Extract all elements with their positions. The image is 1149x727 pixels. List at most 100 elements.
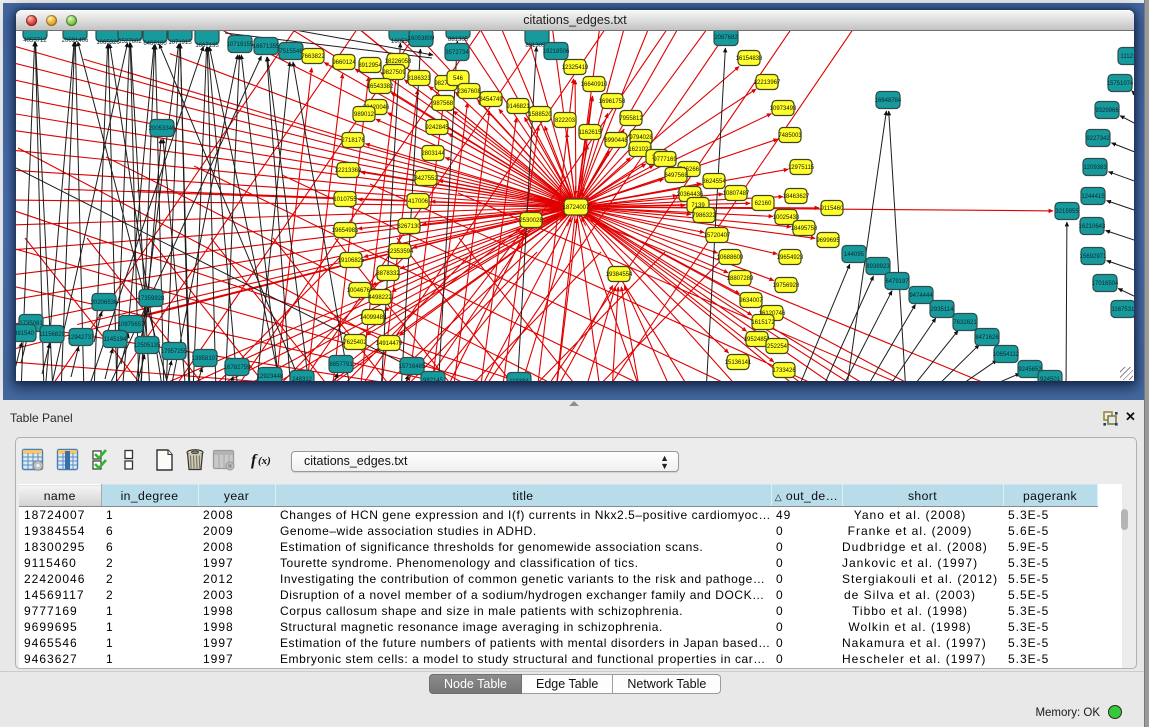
svg-text:14914479: 14914479 [376, 341, 403, 347]
svg-text:10688609: 10688609 [717, 255, 744, 261]
svg-text:(x): (x) [258, 455, 271, 467]
svg-text:3624554: 3624554 [702, 179, 726, 185]
svg-text:12353594: 12353594 [387, 249, 414, 255]
svg-text:14099489: 14099489 [360, 315, 387, 321]
svg-text:391540: 391540 [16, 331, 35, 337]
svg-text:1244415: 1244415 [1081, 194, 1105, 200]
svg-text:18724007: 18724007 [563, 205, 590, 211]
svg-text:20053346: 20053346 [149, 126, 176, 132]
svg-text:8471626: 8471626 [975, 335, 999, 341]
svg-text:17016504: 17016504 [1092, 281, 1119, 287]
svg-text:987568: 987568 [433, 101, 454, 107]
svg-text:6497568: 6497568 [664, 173, 688, 179]
svg-text:12325419: 12325419 [562, 65, 589, 71]
svg-text:16961758: 16961758 [599, 99, 626, 105]
svg-text:9794028: 9794028 [629, 135, 653, 141]
svg-text:4055712: 4055712 [23, 38, 47, 44]
svg-text:6479197: 6479197 [885, 279, 909, 285]
svg-text:7986322: 7986322 [692, 213, 716, 219]
svg-text:3572734: 3572734 [445, 50, 469, 56]
svg-text:881305: 881305 [448, 37, 469, 43]
svg-text:982145: 982145 [423, 378, 444, 381]
svg-text:10807487: 10807487 [723, 191, 750, 197]
svg-text:19654923: 19654923 [777, 255, 804, 261]
svg-text:4498222: 4498222 [368, 295, 392, 301]
svg-text:9857791: 9857791 [329, 362, 353, 368]
svg-text:12923448: 12923448 [257, 374, 284, 380]
svg-text:2087682: 2087682 [714, 35, 738, 41]
svg-text:248312: 248312 [292, 377, 313, 381]
svg-text:17359928: 17359928 [138, 296, 165, 302]
svg-text:15720407: 15720407 [704, 233, 731, 239]
svg-text:1209383: 1209383 [1083, 165, 1107, 171]
svg-text:1010755: 1010755 [333, 197, 357, 203]
svg-text:7632621: 7632621 [953, 320, 977, 326]
svg-text:1588520: 1588520 [528, 112, 552, 118]
svg-text:12505135: 12505135 [134, 343, 161, 349]
svg-text:15716485: 15716485 [399, 364, 426, 370]
svg-text:9227342: 9227342 [1086, 136, 1110, 142]
svg-text:7625402: 7625402 [343, 340, 367, 346]
svg-text:9777169: 9777169 [653, 157, 677, 163]
svg-text:9146821: 9146821 [506, 104, 530, 110]
svg-text:18495758: 18495758 [791, 226, 818, 232]
svg-text:3215955: 3215955 [1055, 209, 1079, 215]
svg-text:119384: 119384 [509, 379, 529, 381]
svg-text:16640910: 16640910 [581, 82, 608, 88]
svg-text:15692971: 15692971 [1080, 254, 1107, 260]
svg-text:20691406: 20691406 [62, 38, 89, 44]
svg-text:2367608: 2367608 [457, 89, 481, 95]
svg-text:10719155: 10719155 [227, 42, 254, 48]
svg-text:1071915: 1071915 [168, 40, 192, 46]
svg-text:9115460: 9115460 [821, 206, 845, 212]
svg-text:417006: 417006 [408, 199, 429, 205]
svg-text:111213: 111213 [1120, 54, 1134, 60]
svg-text:9699695: 9699695 [816, 238, 840, 244]
svg-text:9660124: 9660124 [332, 60, 356, 66]
svg-text:13958107: 13958107 [192, 356, 219, 362]
svg-text:7663822: 7663822 [301, 54, 325, 60]
svg-text:f: f [251, 452, 258, 469]
svg-text:9242845: 9242845 [425, 125, 449, 131]
svg-text:19384554: 19384554 [606, 272, 633, 278]
svg-text:16210643: 16210643 [1079, 224, 1106, 230]
svg-text:989012: 989012 [354, 112, 375, 118]
svg-text:16053809: 16053809 [408, 36, 435, 42]
svg-text:16154838: 16154838 [736, 56, 763, 62]
svg-text:1167531: 1167531 [1112, 307, 1134, 313]
svg-text:8427552: 8427552 [414, 176, 438, 182]
svg-text:10975657: 10975657 [118, 322, 145, 328]
svg-text:17957255: 17957255 [161, 349, 188, 355]
svg-text:2935114: 2935114 [931, 307, 955, 313]
svg-text:8938923: 8938923 [866, 264, 890, 270]
svg-text:19106825: 19106825 [338, 258, 365, 264]
svg-text:546: 546 [453, 76, 464, 82]
svg-text:19756928: 19756928 [773, 283, 800, 289]
svg-text:1162615: 1162615 [579, 130, 603, 136]
svg-text:16543382: 16543382 [367, 84, 394, 90]
svg-text:7485003: 7485003 [778, 133, 802, 139]
svg-text:18463627: 18463627 [783, 194, 810, 200]
svg-text:9474444: 9474444 [909, 293, 933, 299]
svg-text:12975115: 12975115 [788, 165, 815, 171]
svg-text:8186323: 8186323 [407, 76, 431, 82]
svg-text:822203: 822203 [555, 118, 576, 124]
svg-text:1527602: 1527602 [118, 39, 142, 45]
svg-text:20206536: 20206536 [91, 300, 118, 306]
svg-text:1145194: 1145194 [104, 337, 128, 343]
svg-text:16671355: 16671355 [253, 44, 280, 50]
svg-text:144095: 144095 [844, 252, 865, 258]
svg-text:2530028: 2530028 [519, 218, 543, 224]
svg-text:924501: 924501 [1040, 377, 1061, 381]
svg-text:18807289: 18807289 [727, 276, 754, 282]
svg-text:19654983: 19654983 [332, 228, 359, 234]
svg-text:11156829: 11156829 [39, 332, 65, 338]
svg-text:16648784: 16648784 [875, 98, 902, 104]
svg-text:19218506: 19218506 [543, 49, 570, 55]
svg-text:15751074: 15751074 [1107, 81, 1134, 87]
svg-text:2803144: 2803144 [421, 151, 445, 157]
svg-text:1667135: 1667135 [195, 43, 219, 49]
svg-text:15136141: 15136141 [725, 360, 752, 366]
svg-text:6466160: 6466160 [143, 41, 167, 47]
svg-text:12213967: 12213967 [754, 80, 781, 86]
